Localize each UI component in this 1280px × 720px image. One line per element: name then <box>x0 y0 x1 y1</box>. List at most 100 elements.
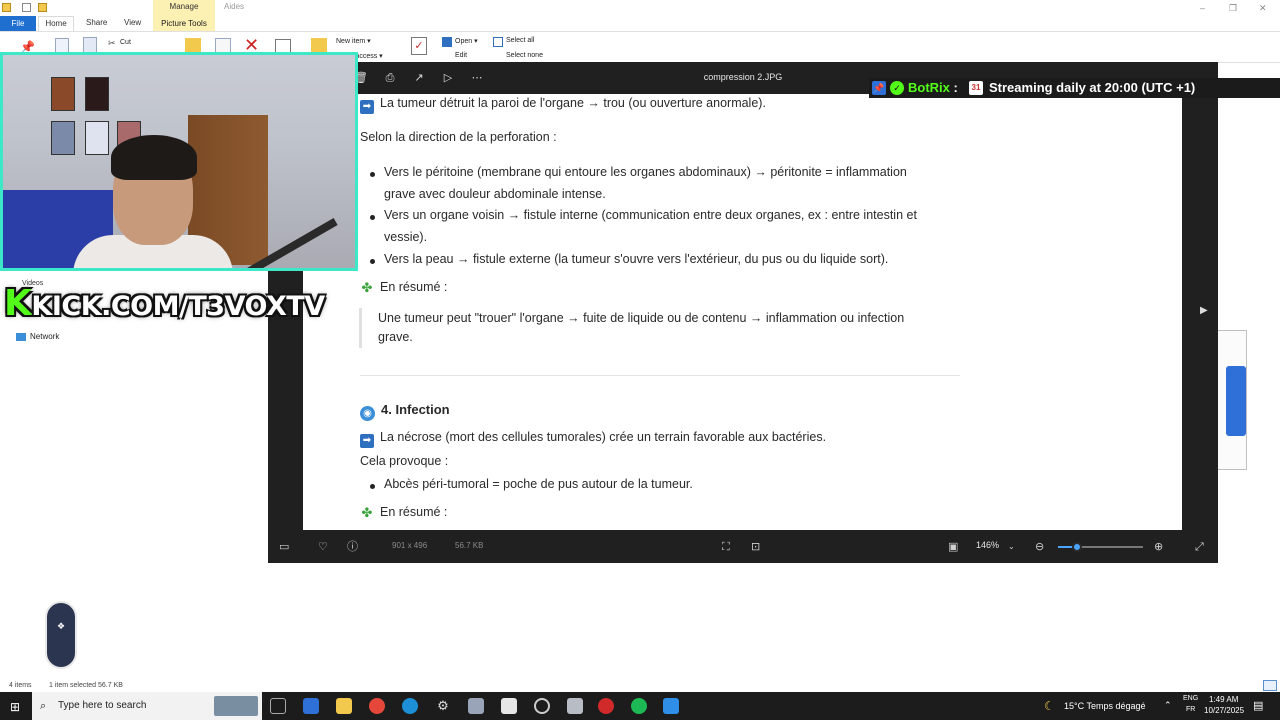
chrome-icon[interactable] <box>369 698 385 714</box>
pin-icon: 📌 <box>872 81 886 95</box>
notifications-icon[interactable]: ▤ <box>1253 699 1263 712</box>
edge-icon[interactable] <box>402 698 418 714</box>
next-image-arrow-icon[interactable]: ▶ <box>1200 305 1208 316</box>
doc-quote-b: grave. <box>378 330 413 344</box>
file-explorer-icon[interactable] <box>336 698 352 714</box>
kick-channel-banner: KKICK.COM/T3VOXTV <box>4 283 325 324</box>
photos-icon[interactable] <box>663 698 679 714</box>
new-folder-icon[interactable] <box>38 3 47 12</box>
language-bottom[interactable]: FR <box>1186 706 1195 713</box>
zoom-slider-thumb[interactable] <box>1071 542 1082 552</box>
open-icon[interactable] <box>442 37 452 47</box>
more-options-icon[interactable]: ⋯ <box>470 71 484 85</box>
properties-icon[interactable] <box>22 3 31 12</box>
notepad-icon[interactable] <box>501 698 517 714</box>
fit-to-window-icon[interactable]: ⛶ <box>722 540 730 554</box>
system-tray-chevron-icon[interactable]: ⌃ <box>1164 700 1172 711</box>
zoom-out-icon[interactable]: ⊖ <box>1035 540 1044 554</box>
doc-section-title-text: 4. Infection <box>381 402 450 417</box>
selection-info: 1 item selected 56.7 KB <box>49 682 123 689</box>
bullet-icon <box>370 215 375 220</box>
info-icon[interactable]: ⓘ <box>347 540 358 554</box>
tab-home[interactable]: Home <box>38 16 74 31</box>
doc-line-3-text: La nécrose (mort des cellules tumorales)… <box>380 430 827 444</box>
window-title: Aides <box>224 2 245 11</box>
chevron-down-icon[interactable]: ⌄ <box>1008 540 1015 554</box>
app-icon[interactable] <box>567 698 583 714</box>
task-view-icon[interactable] <box>270 698 286 714</box>
fit-screen-icon[interactable]: ▣ <box>948 540 958 554</box>
puzzle-icon: ✤ <box>361 505 373 520</box>
slideshow-icon[interactable]: ▷ <box>441 71 455 85</box>
search-highlight-image <box>214 696 258 716</box>
weather-text[interactable]: 15°C Temps dégagé <box>1064 701 1146 711</box>
doc-line-3: ➡ La nécrose (mort des cellules tumorales… <box>360 430 826 448</box>
quick-access-folder-icon[interactable] <box>2 3 11 12</box>
clock-time[interactable]: 1:49 AM <box>1209 695 1238 704</box>
doc-bullet-3: Vers la peau → fistule externe (la tumeu… <box>384 252 889 266</box>
fullscreen-icon[interactable]: ⤢ <box>1195 540 1204 554</box>
actual-size-icon[interactable]: ⊡ <box>751 540 760 554</box>
bullet-icon <box>370 259 375 264</box>
scissors-icon[interactable]: ✂ <box>108 38 116 49</box>
arrow-right-icon: ➡ <box>360 100 374 114</box>
tab-picture-tools[interactable]: Picture Tools <box>153 16 215 31</box>
taskbar-search-box[interactable]: ⌕ Type here to search <box>32 692 262 720</box>
new-item-button[interactable]: New item ▾ <box>336 37 371 45</box>
nav-item-network[interactable]: Network <box>30 332 59 341</box>
open-button[interactable]: Open ▾ <box>455 37 478 45</box>
tab-view[interactable]: View <box>124 18 141 27</box>
wall-poster <box>85 77 109 111</box>
section-divider <box>360 375 960 376</box>
settings-gear-icon[interactable]: ⚙ <box>435 698 451 714</box>
filmstrip-icon[interactable]: ▭ <box>279 540 289 554</box>
print-icon[interactable]: ⎙ <box>383 71 397 85</box>
minimize-button[interactable]: – <box>1200 3 1205 13</box>
app-icon[interactable] <box>534 698 550 714</box>
restore-button[interactable]: ❐ <box>1229 3 1237 14</box>
tab-file[interactable]: File <box>0 16 36 31</box>
zoom-slider[interactable] <box>1058 542 1143 552</box>
app-icon[interactable] <box>303 698 319 714</box>
favorite-heart-icon[interactable]: ♡ <box>318 540 328 554</box>
photos-viewer-window: 🗑 ⎙ ↗ ▷ ⋯ compression 2.JPG ➡ La tumeur d… <box>268 62 1218 563</box>
network-icon <box>16 333 26 341</box>
select-all-button[interactable]: Select all <box>506 37 534 44</box>
doc-bullet-2a: Vers un organe voisin → fistule interne … <box>384 208 917 222</box>
rename-icon[interactable] <box>275 39 291 53</box>
item-count: 4 items <box>9 682 32 689</box>
properties-checkmark-icon[interactable]: ✓ <box>411 37 427 55</box>
file-thumbnail[interactable] <box>1217 330 1247 470</box>
tab-share[interactable]: Share <box>86 18 107 27</box>
zoom-level-dropdown[interactable]: 146% <box>976 540 999 550</box>
select-none-button[interactable]: Select none <box>506 52 543 59</box>
explorer-title-bar: Manage Aides – ❐ ✕ <box>0 0 1280 16</box>
doc-summary-1: ✤ En résumé : <box>360 280 448 295</box>
puzzle-icon: ✤ <box>361 280 373 295</box>
doc-line-1-text: La tumeur détruit la paroi de l'organe →… <box>380 96 766 110</box>
zoom-in-icon[interactable]: ⊕ <box>1154 540 1163 554</box>
cut-button[interactable]: Cut <box>120 39 131 46</box>
select-all-icon[interactable] <box>493 37 503 47</box>
image-file-size: 56.7 KB <box>455 541 484 550</box>
spotify-icon[interactable] <box>631 698 647 714</box>
share-icon[interactable]: ↗ <box>412 71 426 85</box>
arrow-right-icon: ➡ <box>360 434 374 448</box>
botrix-message: Streaming daily at 20:00 (UTC +1) <box>989 80 1196 95</box>
edit-button[interactable]: Edit <box>455 52 467 59</box>
kick-logo: K <box>4 283 32 324</box>
weather-moon-icon[interactable]: ☾ <box>1044 699 1055 713</box>
close-button[interactable]: ✕ <box>1259 3 1267 14</box>
clock-date[interactable]: 10/27/2025 <box>1204 706 1244 715</box>
windows-start-icon[interactable]: ⊞ <box>10 700 20 714</box>
manage-contextual-tab[interactable]: Manage <box>153 0 215 16</box>
app-icon[interactable] <box>468 698 484 714</box>
app-icon[interactable] <box>598 698 614 714</box>
viewer-bottom-bar: ▭ ♡ ⓘ 901 x 496 56.7 KB ⛶ ⊡ ▣ 146% ⌄ ⊖ ⊕… <box>268 530 1218 563</box>
large-icons-view-icon[interactable] <box>1263 680 1277 691</box>
doc-line-2: Selon la direction de la perforation : <box>360 130 557 144</box>
language-top[interactable]: ENG <box>1183 695 1198 702</box>
phoenix-emblem-icon: ❖ <box>56 621 66 631</box>
doc-line-1: ➡ La tumeur détruit la paroi de l'organe … <box>360 96 766 114</box>
search-placeholder: Type here to search <box>58 700 147 711</box>
